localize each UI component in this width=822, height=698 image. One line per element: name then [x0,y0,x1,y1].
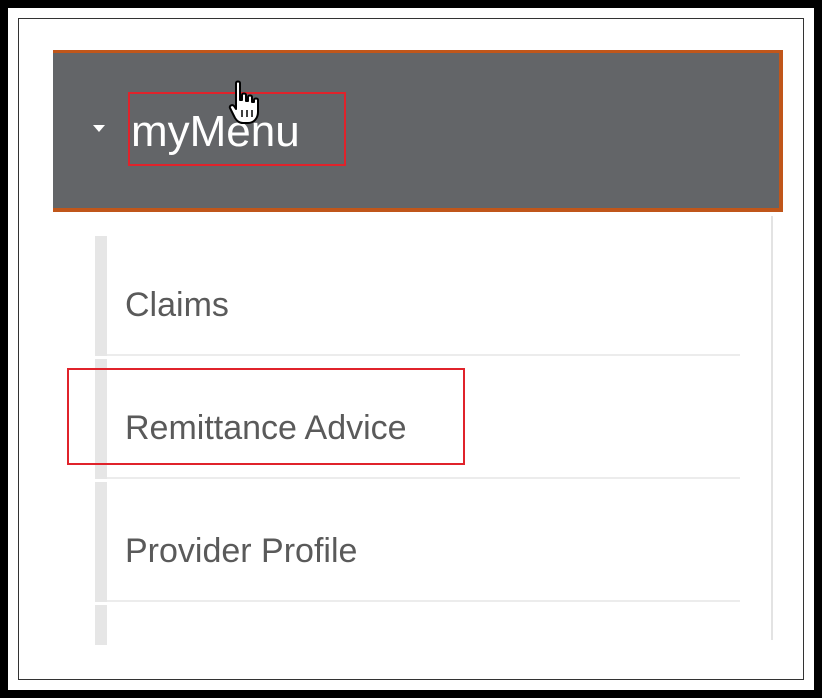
mymenu-header[interactable]: myMenu [53,50,783,212]
menu-item-divider [107,600,740,602]
menu-list: Claims Remittance Advice Provider Profil… [53,216,773,645]
menu-item-divider [107,477,740,479]
menu-item-remittance-advice[interactable]: Remittance Advice [95,359,740,479]
caret-down-icon[interactable] [93,125,105,132]
menu-item-indent-bar [95,605,107,645]
menu-item-label[interactable]: Claims [125,286,229,325]
menu-item-provider-profile[interactable]: Provider Profile [95,482,740,602]
menu-panel: myMenu Claims Remittance Advice Provider… [53,50,783,645]
menu-item-label[interactable]: Provider Profile [125,532,357,571]
menu-item-indent-bar [95,482,107,602]
menu-item-partial [95,605,740,645]
menu-title[interactable]: myMenu [131,99,300,165]
menu-item-claims[interactable]: Claims [95,236,740,356]
menu-item-indent-bar [95,236,107,356]
menu-item-divider [107,354,740,356]
screenshot-frame: myMenu Claims Remittance Advice Provider… [0,0,822,698]
menu-item-label[interactable]: Remittance Advice [125,409,407,448]
menu-item-indent-bar [95,359,107,479]
